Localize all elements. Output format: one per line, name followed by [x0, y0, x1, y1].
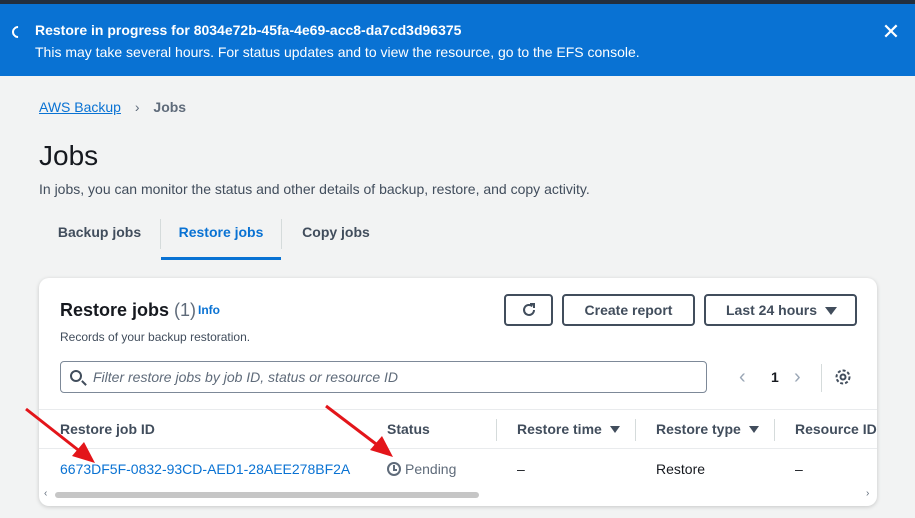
column-restore-job-id[interactable]: Restore job ID	[60, 421, 155, 437]
chevron-right-icon: ›	[134, 99, 140, 115]
tab-restore-jobs[interactable]: Restore jobs	[161, 216, 281, 260]
horizontal-scrollbar[interactable]: ‹ ›	[39, 488, 877, 502]
time-range-dropdown[interactable]: Last 24 hours	[704, 294, 857, 326]
flash-title: Restore in progress for 8034e72b-45fa-4e…	[35, 22, 462, 38]
column-divider	[774, 419, 775, 441]
search-field	[60, 361, 707, 393]
restore-time-cell: –	[517, 461, 525, 477]
chevron-right-icon[interactable]: ›	[794, 366, 801, 389]
loading-spinner-icon	[9, 23, 27, 41]
chevron-left-icon[interactable]: ‹	[739, 366, 746, 389]
refresh-button[interactable]	[504, 294, 553, 326]
panel-title-text: Restore jobs	[60, 300, 170, 320]
scroll-right-icon[interactable]: ›	[866, 488, 869, 499]
restore-job-id-link[interactable]: 6673DF5F-0832-93CD-AED1-28AEE278BF2A	[60, 461, 350, 477]
gear-icon[interactable]	[833, 367, 853, 387]
panel-description: Records of your backup restoration.	[60, 330, 251, 344]
info-link[interactable]: Info	[198, 303, 220, 317]
sort-icon	[609, 426, 620, 433]
scroll-left-icon[interactable]: ‹	[44, 488, 47, 499]
scrollbar-thumb[interactable]	[55, 492, 479, 498]
table-header: Restore job ID Status Restore time Resto…	[39, 409, 877, 449]
close-icon[interactable]: ✕	[880, 21, 902, 43]
page-description: In jobs, you can monitor the status and …	[39, 181, 590, 197]
panel-count: (1)	[174, 300, 197, 320]
status-text: Pending	[405, 461, 457, 477]
tab-copy-jobs[interactable]: Copy jobs	[282, 216, 390, 260]
time-range-label: Last 24 hours	[726, 302, 818, 318]
column-restore-time[interactable]: Restore time	[517, 421, 620, 437]
column-restore-time-label: Restore time	[517, 421, 602, 437]
sort-icon	[748, 426, 759, 433]
breadcrumb: AWS Backup › Jobs	[39, 99, 186, 115]
tab-backup-jobs[interactable]: Backup jobs	[39, 216, 160, 260]
column-divider	[496, 419, 497, 441]
clock-icon	[387, 462, 401, 476]
search-icon	[70, 370, 82, 382]
column-resource-id[interactable]: Resource ID	[795, 421, 877, 437]
refresh-icon	[522, 303, 535, 316]
resource-id-cell: –	[795, 461, 803, 477]
restore-type-cell: Restore	[656, 461, 706, 477]
caret-down-icon	[825, 307, 837, 315]
pagination-divider	[821, 364, 822, 392]
column-status[interactable]: Status	[387, 421, 430, 437]
restore-jobs-panel: Restore jobs (1) Info Records of your ba…	[39, 278, 877, 506]
page-number[interactable]: 1	[771, 369, 779, 385]
flash-notification: Restore in progress for 8034e72b-45fa-4e…	[0, 4, 915, 76]
page-title: Jobs	[39, 140, 99, 171]
panel-title: Restore jobs (1)	[60, 300, 196, 321]
column-restore-type-label: Restore type	[656, 421, 741, 437]
job-tabs: Backup jobs Restore jobs Copy jobs	[39, 216, 877, 260]
create-report-button[interactable]: Create report	[562, 294, 695, 326]
breadcrumb-current: Jobs	[153, 99, 187, 115]
column-restore-type[interactable]: Restore type	[656, 421, 759, 437]
flash-message: This may take several hours. For status …	[35, 44, 640, 60]
column-divider	[635, 419, 636, 441]
status-cell: Pending	[387, 461, 456, 477]
breadcrumb-aws-backup[interactable]: AWS Backup	[39, 99, 121, 115]
search-input[interactable]	[93, 362, 693, 392]
